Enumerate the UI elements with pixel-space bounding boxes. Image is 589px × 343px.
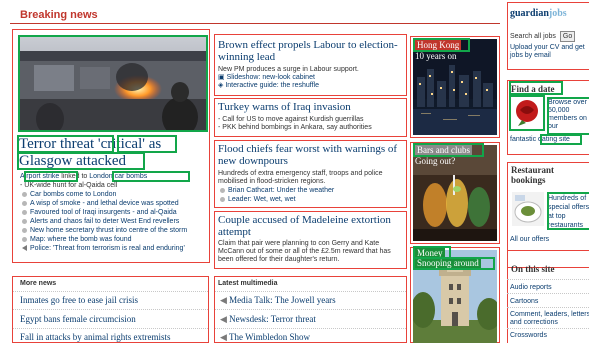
headline-highlight-1 <box>17 135 114 153</box>
story-headline-1[interactable]: Brown effect propels Labour to election-… <box>218 39 403 63</box>
audio-reports-link[interactable]: Audio reports <box>510 284 552 291</box>
story-summary-4: Claim that pair were planning to con Ger… <box>218 240 391 263</box>
audio-icon: ◀ <box>220 314 227 324</box>
breaking-news-title: Breaking news <box>20 9 98 21</box>
lead-photo-highlight <box>18 35 208 132</box>
money-subtitle-highlight <box>413 257 495 270</box>
guardian-jobs-logo[interactable]: guardianjobs <box>510 8 567 19</box>
multimedia-item-label: Media Talk: The Jowell years <box>229 295 336 305</box>
interactive-icon: ◈ <box>218 82 224 89</box>
dating-site-highlight <box>540 134 582 145</box>
right-sidebar: guardianjobs Search all jobs Go Upload y… <box>507 0 589 343</box>
story-bullet-item[interactable]: Brian Cathcart: Under the weather <box>219 186 334 195</box>
crosswords-link[interactable]: Crosswords <box>510 332 547 339</box>
multimedia-title: Latest multimedia <box>218 280 278 287</box>
cartoons-link[interactable]: Cartoons <box>510 298 538 305</box>
lead-uk-hunt: - UK-wide hunt for al-Qaida cell <box>20 182 118 189</box>
more-news-title: More news <box>20 280 57 287</box>
more-news-item[interactable]: Egypt bans female circumcision <box>20 314 136 324</box>
headline-highlight-2 <box>117 135 177 153</box>
search-all-jobs-label: Search all jobs <box>510 33 556 40</box>
on-this-site-title: On this site <box>511 264 555 274</box>
hong-kong-tag-highlight <box>413 38 470 52</box>
multimedia-section: Latest multimedia ◀ Media Talk: The Jowe… <box>215 277 406 343</box>
story-headline-3[interactable]: Flood chiefs fear worst with warnings of… <box>218 143 404 167</box>
all-offers-link[interactable]: All our offers <box>510 236 549 243</box>
lead-audio-item[interactable]: Police: 'Threat from terrorism is real a… <box>21 244 187 253</box>
london-car-bombs-highlight <box>112 171 190 182</box>
find-a-date-highlight <box>509 81 563 95</box>
slideshow-link-label: Slideshow: new-look cabinet <box>226 74 315 81</box>
story-links-1: ▣ Slideshow: new-look cabinet ◈ Interact… <box>218 74 319 90</box>
restaurant-image[interactable] <box>512 192 544 226</box>
date-promo-highlight <box>547 97 589 135</box>
multimedia-item[interactable]: ◀ Newsdesk: Terror threat <box>220 314 316 325</box>
interactive-guide-link[interactable]: ◈ Interactive guide: the reshuffle <box>218 82 319 90</box>
story-headline-4[interactable]: Couple accused of Madeleine extortion at… <box>218 214 404 238</box>
upload-cv-link[interactable]: Upload your CV and get jobs by email <box>510 44 589 60</box>
slideshow-link[interactable]: ▣ Slideshow: new-look cabinet <box>218 74 319 82</box>
go-button[interactable]: Go <box>559 31 576 42</box>
story-headline-2[interactable]: Turkey warns of Iraq invasion <box>218 101 351 113</box>
search-jobs-row: Search all jobs Go <box>510 31 576 42</box>
audio-icon: ◀ <box>220 295 227 305</box>
lead-bullet-list: Car bombs come to London A wisp of smoke… <box>21 190 187 253</box>
story-dash-item: - Call for US to move against Kurdish gu… <box>218 116 364 123</box>
multimedia-item-label: Newsdesk: Terror threat <box>229 314 316 324</box>
headline-highlight-3 <box>17 152 145 170</box>
multimedia-item[interactable]: ◀ The Wimbledon Show <box>220 332 310 343</box>
fantastic-text: fantastic <box>510 136 537 143</box>
interactive-guide-label: Interactive guide: the reshuffle <box>225 82 319 89</box>
comment-leaders-link[interactable]: Comment, leaders, letters and correction… <box>510 311 589 327</box>
story-bullet-item[interactable]: Leader: Wet, wet, wet <box>219 195 334 204</box>
bars-clubs-subtitle: Going out? <box>415 156 456 166</box>
header-rule <box>10 23 500 24</box>
restaurant-title[interactable]: Restaurant bookings <box>511 165 571 185</box>
story-dash-item: - PKK behind bombings in Ankara, say aut… <box>218 124 372 131</box>
more-news-item[interactable]: Fall in attacks by animal rights extremi… <box>20 332 170 342</box>
restaurant-offer-highlight <box>547 192 589 230</box>
story-summary-3: Hundreds of extra emergency staff, troop… <box>218 170 383 185</box>
hong-kong-subtitle: 10 years on <box>415 51 457 61</box>
story-summary-1: New PM produces a surge in Labour suppor… <box>218 66 359 73</box>
lead-bullet-item[interactable]: Favoured tool of Iraqi insurgents - and … <box>21 208 187 217</box>
lead-bullet-item[interactable]: A wisp of smoke - and lethal device was … <box>21 199 187 208</box>
bars-clubs-tag-highlight <box>413 143 484 157</box>
lead-bullet-item[interactable]: Alerts and chaos fail to deter West End … <box>21 217 187 226</box>
more-news-item[interactable]: Inmates go free to ease jail crisis <box>20 295 138 305</box>
logo-guardian: guardian <box>510 8 549 19</box>
audio-icon: ◀ <box>220 332 227 342</box>
camera-icon: ▣ <box>218 74 225 81</box>
multimedia-item-label: The Wimbledon Show <box>229 332 310 342</box>
logo-jobs: jobs <box>548 8 567 19</box>
rose-highlight <box>509 95 545 131</box>
lead-bullet-item[interactable]: Map: where the bomb was found <box>21 235 187 244</box>
more-news-section: More news Inmates go free to ease jail c… <box>13 277 208 343</box>
lead-bullet-item[interactable]: New home secretary thrust into centre of… <box>21 226 187 235</box>
story-dashes-2: - Call for US to move against Kurdish gu… <box>218 116 372 132</box>
story-links-3: Brian Cathcart: Under the weather Leader… <box>219 186 334 204</box>
multimedia-item[interactable]: ◀ Media Talk: The Jowell years <box>220 295 336 306</box>
lead-bullet-item[interactable]: Car bombs come to London <box>21 190 187 199</box>
dinner-plate-icon <box>512 192 544 226</box>
